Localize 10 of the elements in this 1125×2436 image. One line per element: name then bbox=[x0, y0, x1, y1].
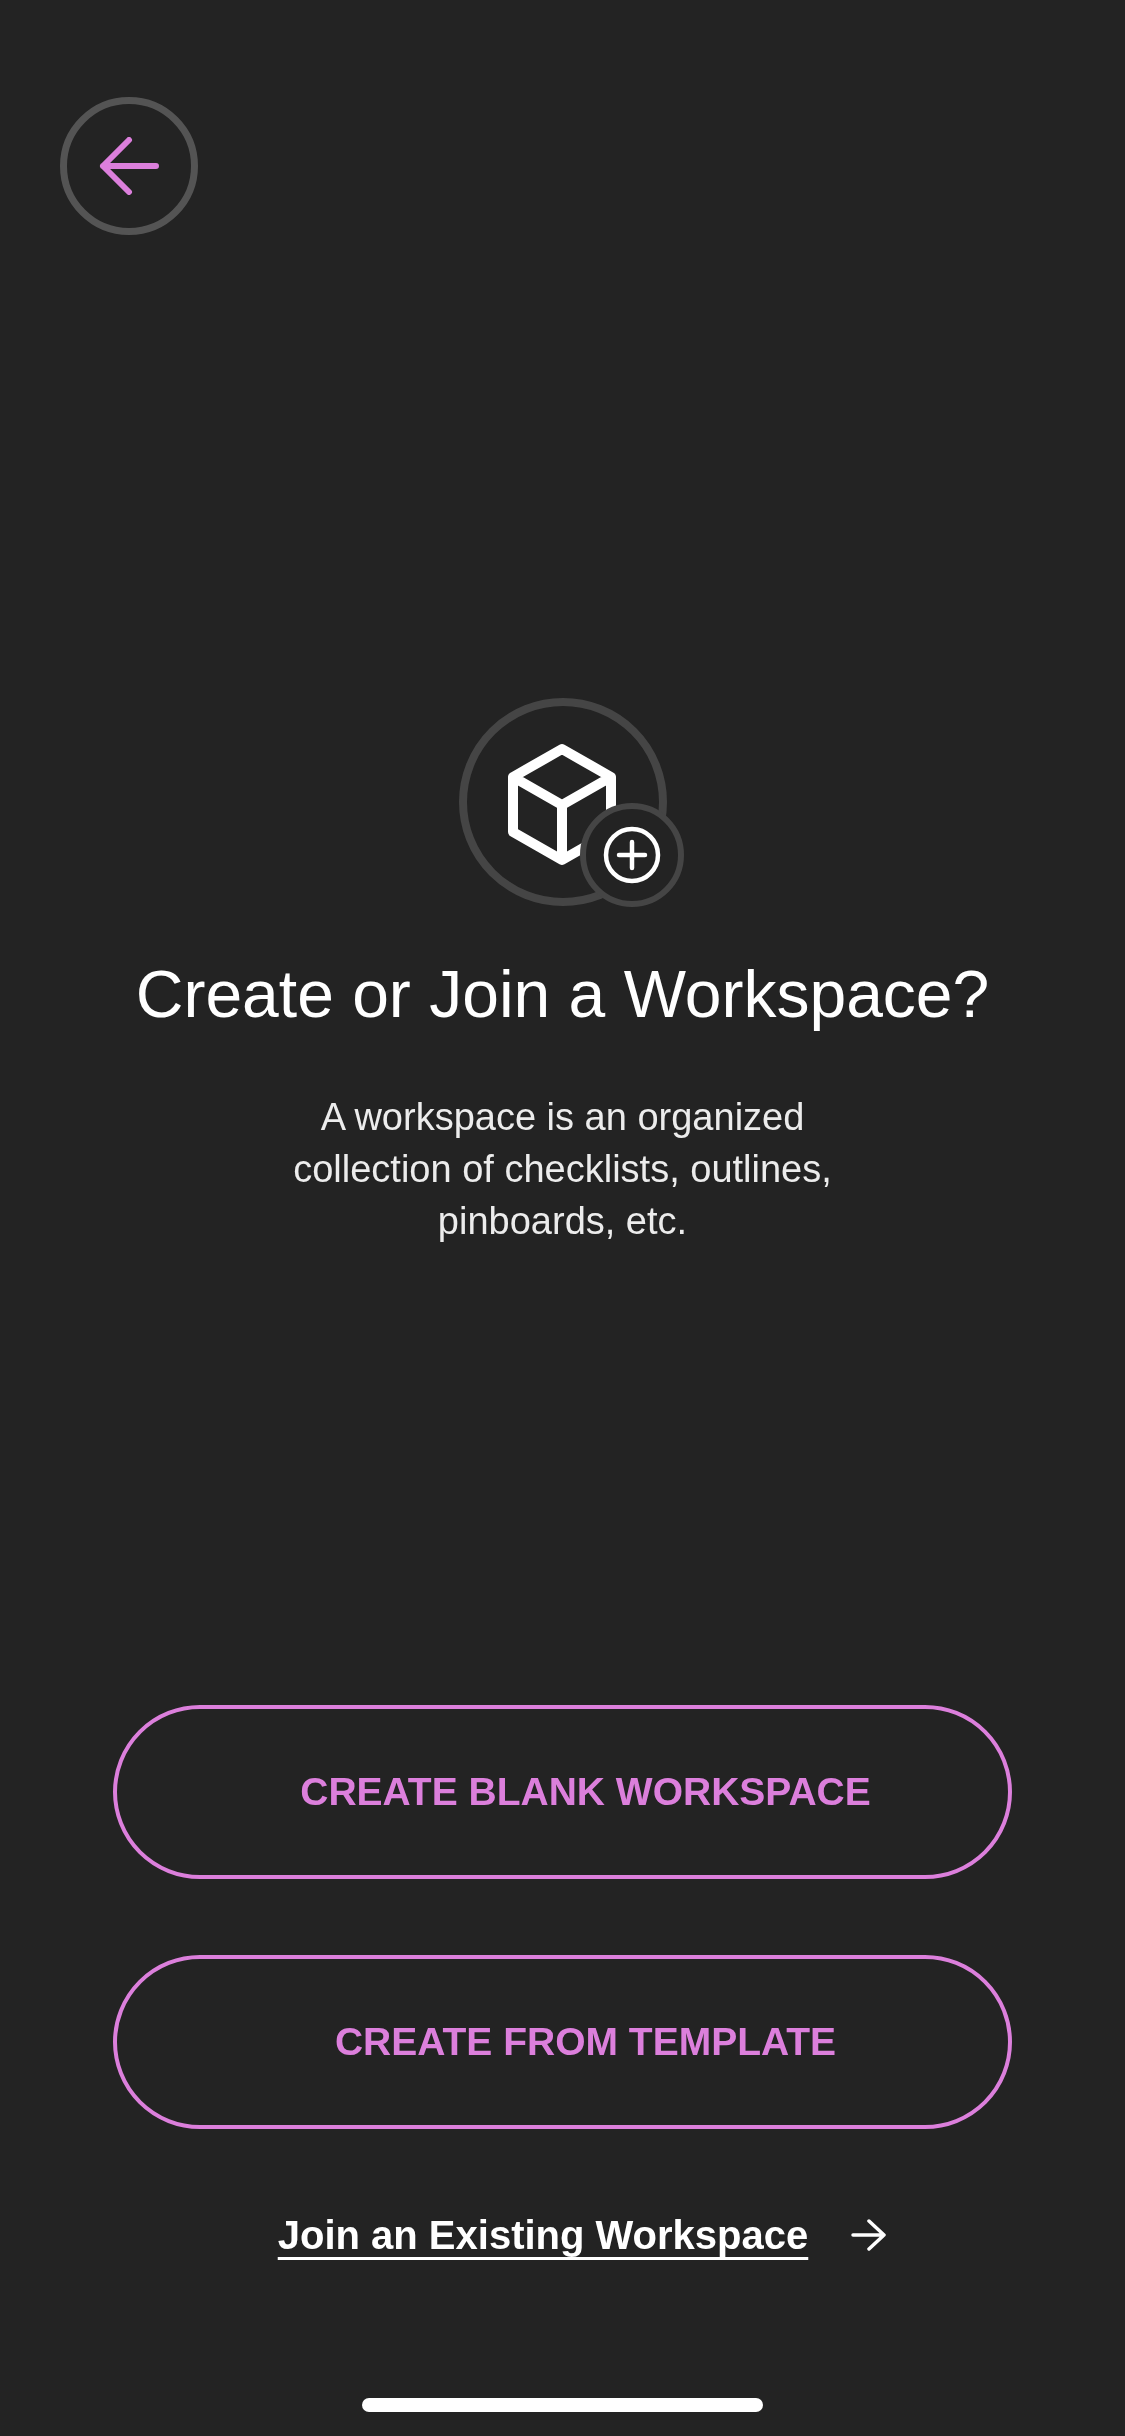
cube-icon bbox=[457, 697, 668, 907]
page-title: Create or Join a Workspace? bbox=[135, 956, 990, 1033]
plus-circle-icon bbox=[579, 803, 684, 907]
back-button[interactable] bbox=[60, 97, 198, 235]
description-text: A workspace is an organized collection of checklists, outlines, pinboards, etc. bbox=[292, 1095, 833, 1244]
action-button[interactable]: CREATE FROM TEMPLATE bbox=[113, 1955, 1012, 2129]
action-button[interactable]: CREATE BLANK WORKSPACE bbox=[113, 1705, 1012, 1879]
join-workspace-link[interactable]: Join an Existing Workspace bbox=[277, 2205, 888, 2265]
arrow-right-icon bbox=[851, 2219, 888, 2251]
arrow-left-icon bbox=[99, 137, 159, 195]
